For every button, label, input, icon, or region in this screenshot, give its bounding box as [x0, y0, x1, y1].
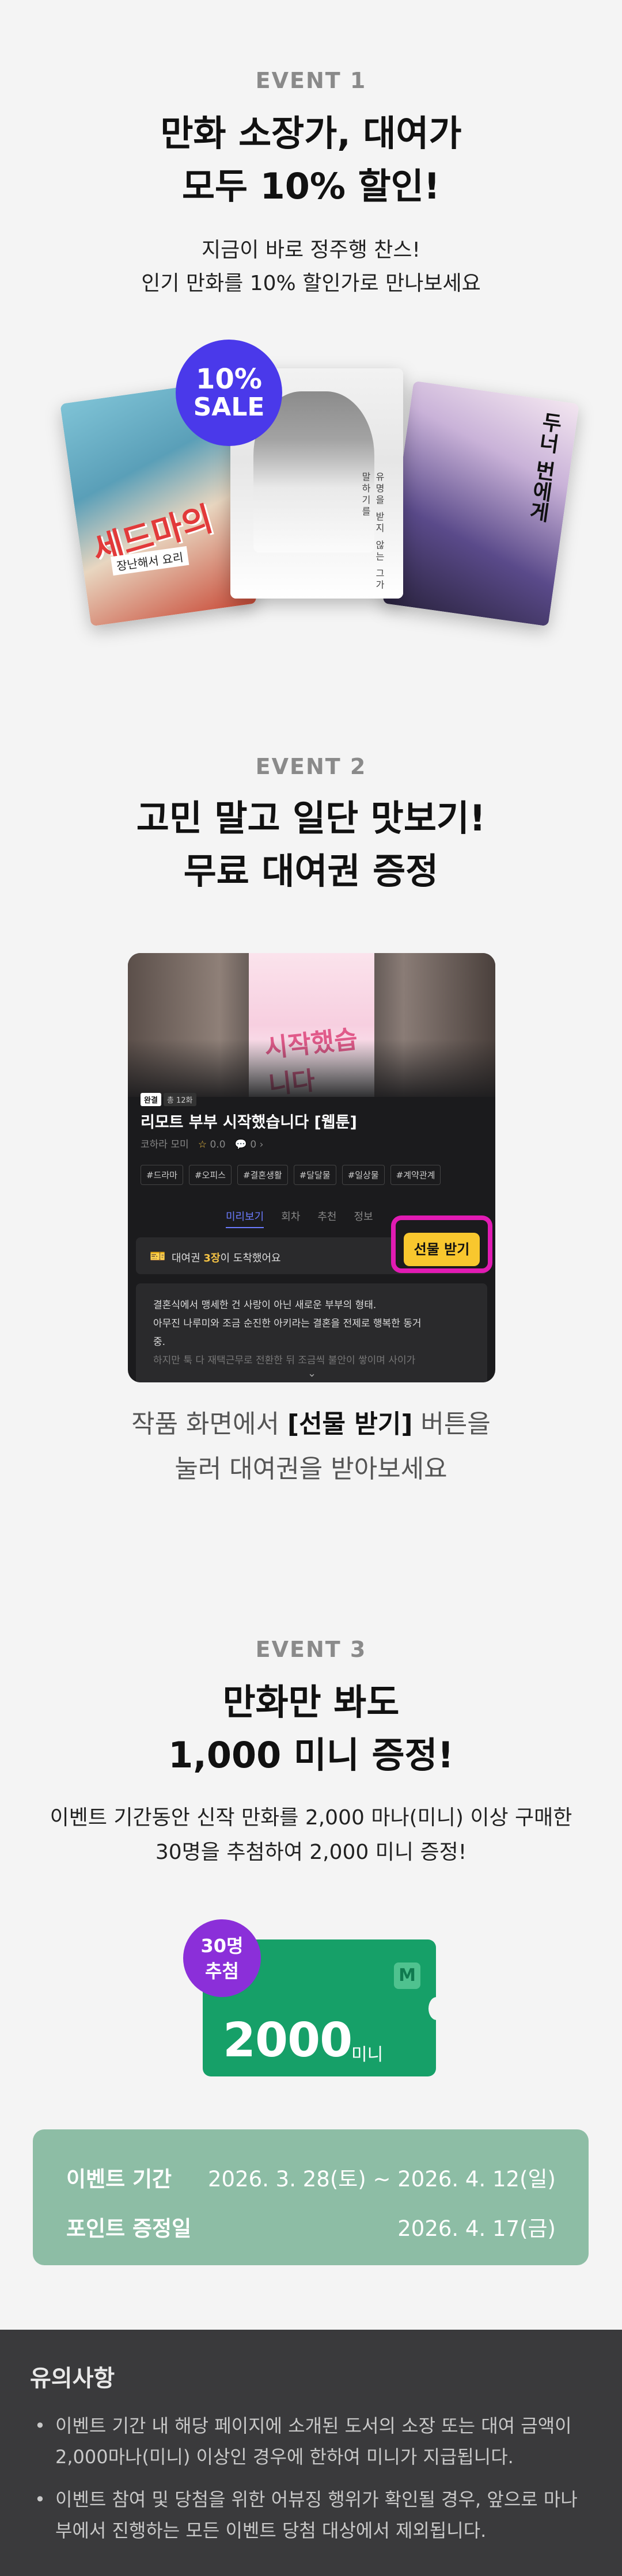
synopsis-line: 아무진 나루미와 조금 순진한 아키라는 결혼을 전제로 행복한 동거 — [153, 1318, 422, 1329]
rental-pass-message: 대여권 3장이 도착했어요 — [172, 1252, 281, 1264]
event1-headline-line2: 모두 10% 할인! — [181, 165, 440, 207]
chevron-down-icon[interactable]: ⌄ — [308, 1367, 316, 1380]
event-period-value: 2026. 3. 28(토) ~ 2026. 4. 12(일) — [207, 2167, 556, 2192]
tab-recommend[interactable]: 추천 — [317, 1209, 336, 1228]
event2-desc-line2: 눌러 대여권을 받아보세요 — [175, 1454, 447, 1484]
notice-item: 이벤트 기간 내 해당 페이지에 소개된 도서의 소장 또는 대여 금액이 2,… — [30, 2410, 594, 2472]
event1-desc-line1: 지금이 바로 정주행 찬스! — [202, 238, 420, 262]
mini-coin-icon: M — [394, 1963, 420, 1989]
event2-desc-line1: 작품 화면에서 [선물 받기] 버튼을 — [131, 1409, 491, 1439]
draw-badge-word: 추첨 — [205, 1960, 239, 1982]
work-tabs: 미리보기 회차 추천 정보 — [226, 1209, 373, 1228]
tab-preview[interactable]: 미리보기 — [226, 1209, 264, 1228]
event3-headline-line1: 만화만 봐도 — [222, 1681, 400, 1723]
sale-badge-word: SALE — [193, 392, 265, 422]
gift-button-highlight: 선물 받기 — [391, 1215, 492, 1273]
point-date-value: 2026. 4. 17(금) — [397, 2216, 556, 2241]
notice-section: 유의사항 이벤트 기간 내 해당 페이지에 소개된 도서의 소장 또는 대여 금… — [0, 2330, 622, 2576]
genre-tag[interactable]: #결혼생활 — [237, 1165, 288, 1185]
event3-label: EVENT 3 — [255, 1637, 367, 1662]
author-name: 코하라 모미 — [141, 1139, 189, 1150]
event2-headline-line2: 무료 대여권 증정 — [183, 850, 439, 892]
app-screenshot-card: 시작했습니다 완결 총 12화 리모트 부부 시작했습니다 [웹툰] 코하라 모… — [128, 953, 495, 1382]
notice-title: 유의사항 — [30, 2365, 115, 2392]
work-title: 리모트 부부 시작했습니다 [웹툰] — [141, 1114, 357, 1131]
point-date-label: 포인트 증정일 — [66, 2216, 192, 2241]
completed-tag: 완결 — [141, 1093, 161, 1106]
event3-desc-line1: 이벤트 기간동안 신작 만화를 2,000 마나(미니) 이상 구매한 — [50, 1806, 572, 1830]
event1-headline-line1: 만화 소장가, 대여가 — [160, 112, 462, 154]
chevron-right-icon: › — [259, 1139, 264, 1150]
event1-desc-line2: 인기 만화를 10% 할인가로 만나보세요 — [141, 272, 481, 295]
genre-tag[interactable]: #달달물 — [293, 1165, 336, 1185]
ticket-icon: 🎫 — [150, 1249, 166, 1264]
event2-label: EVENT 2 — [255, 754, 367, 779]
draw-badge-count: 30명 — [200, 1934, 244, 1957]
coupon-unit: 미니 — [351, 2045, 384, 2065]
genre-tag[interactable]: #오피스 — [188, 1165, 232, 1185]
sale-badge-percent: 10% — [196, 363, 262, 396]
sale-badge: 10% SALE — [176, 340, 282, 446]
event-info-box: 이벤트 기간 2026. 3. 28(토) ~ 2026. 4. 12(일) 포… — [33, 2129, 589, 2265]
genre-tag[interactable]: #드라마 — [141, 1165, 183, 1185]
book-cover-middle-title: 유명을 받지 않는 그가 말하기를 — [360, 472, 385, 592]
draw-badge: 30명 추첨 — [183, 1919, 261, 1997]
synopsis-line: 중. — [153, 1336, 166, 1348]
work-meta: 코하라 모미 ☆ 0.0 💬 0 › — [141, 1136, 263, 1150]
tab-info[interactable]: 정보 — [354, 1209, 373, 1228]
notice-list: 이벤트 기간 내 해당 페이지에 소개된 도서의 소장 또는 대여 금액이 2,… — [30, 2410, 594, 2558]
genre-tag[interactable]: #일상물 — [342, 1165, 385, 1185]
star-icon: ☆ — [198, 1139, 207, 1150]
event3-headline-line2: 1,000 미니 증정! — [168, 1734, 454, 1776]
event-period-label: 이벤트 기간 — [66, 2167, 172, 2192]
event3-desc-line2: 30명을 추첨하여 2,000 미니 증정! — [155, 1840, 467, 1864]
coupon-amount: 2000 — [223, 2013, 352, 2068]
comment-count: 0 — [250, 1139, 257, 1150]
book-cover-right: 두너 번에게 — [382, 380, 579, 627]
episode-count-tag: 총 12화 — [163, 1093, 196, 1106]
synopsis-line: 결혼식에서 맹세한 건 사랑이 아닌 새로운 부부의 형태. — [153, 1300, 377, 1311]
event1-label: EVENT 1 — [255, 68, 367, 93]
genre-tag[interactable]: #계약관계 — [390, 1165, 441, 1185]
event2-headline-line1: 고민 말고 일단 맛보기! — [136, 797, 486, 839]
comment-icon: 💬 — [234, 1139, 247, 1150]
notice-item: 이벤트 참여 및 당첨을 위한 어뷰징 행위가 확인될 경우, 앞으로 마나부에… — [30, 2484, 594, 2546]
gift-receive-button[interactable]: 선물 받기 — [404, 1233, 480, 1266]
rating-value: 0.0 — [210, 1139, 226, 1150]
genre-tags: #드라마 #오피스 #결혼생활 #달달물 #일상물 #계약관계 — [141, 1165, 441, 1185]
tab-episodes[interactable]: 회차 — [281, 1209, 300, 1228]
